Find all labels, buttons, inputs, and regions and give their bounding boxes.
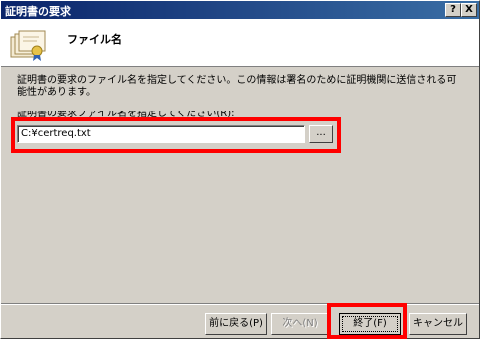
wizard-header: ファイル名 bbox=[1, 19, 479, 67]
window-title: 証明書の要求 bbox=[5, 5, 71, 18]
help-button[interactable]: ? bbox=[445, 3, 461, 17]
back-button[interactable]: 前に戻る(P) bbox=[205, 313, 267, 335]
cancel-button[interactable]: キャンセル bbox=[409, 313, 467, 335]
description-text: 証明書の要求のファイル名を指定してください。この情報は署名のために証明機関に送信… bbox=[17, 75, 457, 98]
finish-button[interactable]: 終了(F) bbox=[339, 313, 401, 335]
filename-label: 証明書の要求ファイル名を指定してください(R): bbox=[17, 111, 235, 119]
next-button[interactable]: 次へ(N) bbox=[271, 313, 329, 335]
page-title: ファイル名 bbox=[67, 33, 122, 46]
button-separator bbox=[1, 303, 479, 305]
certificate-stack-icon bbox=[10, 30, 46, 61]
dialog-window: 証明書の要求 ? X ファイル名 証明書の要求のファイル名を指定してください。こ… bbox=[0, 0, 480, 339]
filename-input[interactable]: C:¥certreq.txt bbox=[17, 125, 305, 143]
title-bar: 証明書の要求 ? X bbox=[1, 1, 479, 19]
close-button[interactable]: X bbox=[461, 3, 477, 17]
browse-button[interactable]: ... bbox=[309, 125, 333, 143]
